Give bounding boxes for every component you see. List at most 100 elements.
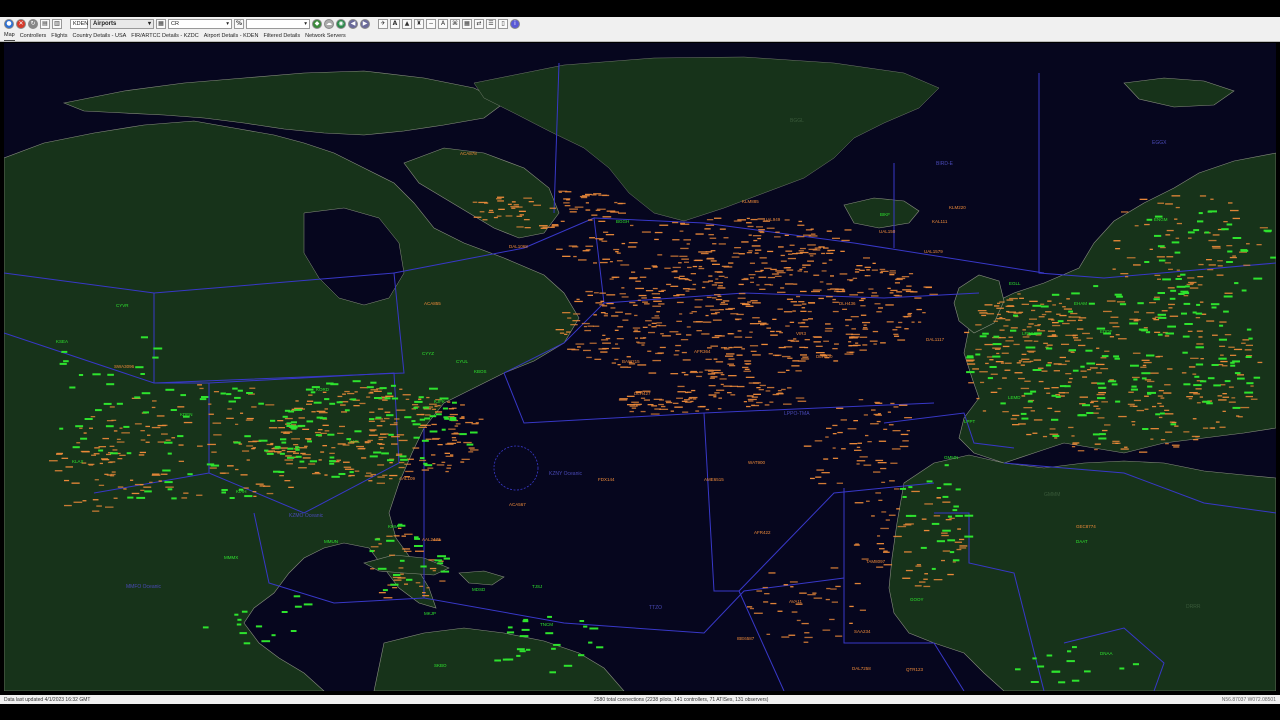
flight-marker[interactable] [1030,410,1035,412]
flight-marker[interactable] [723,237,729,239]
flight-marker[interactable] [621,296,629,298]
flight-marker[interactable] [890,462,898,464]
airport-marker[interactable] [177,435,184,438]
flight-marker[interactable] [616,338,624,340]
airport-label[interactable]: MMUN [324,539,338,544]
flight-marker[interactable] [682,359,691,361]
airport-marker[interactable] [280,438,287,441]
flight-marker[interactable] [1113,240,1121,242]
flight-marker[interactable] [949,517,955,519]
flight-marker[interactable] [809,255,814,257]
flight-marker[interactable] [695,233,704,235]
flight-marker[interactable] [811,233,816,235]
flight-marker[interactable] [1127,403,1135,405]
flight-marker[interactable] [714,335,722,337]
flight-marker[interactable] [919,581,926,583]
airport-marker[interactable] [400,458,408,461]
airport-marker[interactable] [84,418,93,420]
airport-marker[interactable] [589,627,599,630]
airport-marker[interactable] [1204,231,1210,234]
flight-marker[interactable] [573,255,577,258]
flight-marker[interactable] [1046,392,1051,394]
flight-marker[interactable] [348,475,352,477]
flight-marker[interactable] [528,201,534,203]
airport-marker[interactable] [579,620,585,622]
flight-marker[interactable] [673,354,679,356]
flight-marker[interactable] [880,467,887,470]
flight-marker[interactable] [841,448,846,450]
flight-marker[interactable] [661,405,666,408]
flight-marker[interactable] [1147,380,1155,383]
flight-marker[interactable] [1052,324,1061,327]
airport-marker[interactable] [107,373,114,376]
flight-marker[interactable] [793,304,802,306]
flight-marker[interactable] [1071,446,1076,448]
airport-marker[interactable] [452,401,457,404]
flight-callsign[interactable]: AFR422 [754,530,771,535]
flight-marker[interactable] [1229,256,1237,259]
flight-marker[interactable] [959,538,965,541]
flight-marker[interactable] [131,492,140,495]
flight-marker[interactable] [1240,406,1250,409]
airport-marker[interactable] [144,490,152,493]
flight-marker[interactable] [1143,361,1152,364]
flight-marker[interactable] [1195,436,1199,438]
airport-marker[interactable] [1248,337,1253,340]
flight-marker[interactable] [468,447,475,449]
airport-marker[interactable] [1067,650,1072,653]
flight-marker[interactable] [249,387,256,389]
flight-marker[interactable] [792,360,800,362]
flight-marker[interactable] [1158,416,1163,419]
flight-marker[interactable] [641,344,645,346]
flight-marker[interactable] [710,260,717,262]
flight-callsign[interactable]: ACA567 [509,502,526,507]
airport-marker[interactable] [1263,229,1272,232]
airport-marker[interactable] [136,496,146,499]
airport-marker[interactable] [899,487,906,490]
flight-marker[interactable] [900,433,909,436]
flight-marker[interactable] [942,550,951,552]
flight-marker[interactable] [1241,342,1246,344]
airport-marker[interactable] [319,417,327,420]
airport-marker[interactable] [1182,335,1190,338]
flight-marker[interactable] [682,411,689,413]
flight-marker[interactable] [788,253,793,255]
airport-marker[interactable] [284,409,290,412]
flight-marker[interactable] [1198,263,1204,266]
airport-label[interactable]: MDSD [472,587,486,592]
flight-marker[interactable] [143,486,152,488]
airport-marker[interactable] [931,522,940,525]
flight-marker[interactable] [777,390,782,392]
flight-marker[interactable] [1070,312,1078,315]
flight-marker[interactable] [799,251,809,254]
flight-marker[interactable] [798,250,804,252]
flight-marker[interactable] [1086,337,1093,339]
flight-marker[interactable] [1068,426,1074,429]
flight-marker[interactable] [847,279,854,281]
flight-marker[interactable] [676,397,683,399]
flight-marker[interactable] [581,196,588,199]
flight-marker[interactable] [911,321,915,323]
flight-marker[interactable] [694,299,703,301]
flight-marker[interactable] [980,381,985,384]
flight-marker[interactable] [889,480,895,482]
flight-marker[interactable] [719,303,728,305]
flight-marker[interactable] [737,219,746,221]
flight-marker[interactable] [412,404,419,406]
airport-marker[interactable] [437,555,446,558]
airport-marker[interactable] [366,386,374,389]
flight-marker[interactable] [826,587,831,590]
airport-marker[interactable] [1182,351,1188,354]
flight-marker[interactable] [305,438,312,440]
airport-marker[interactable] [307,440,312,443]
flight-marker[interactable] [692,283,697,286]
flight-marker[interactable] [61,457,69,459]
flight-marker[interactable] [727,392,732,394]
flight-marker[interactable] [284,417,293,420]
airport-marker[interactable] [1080,365,1085,368]
flight-marker[interactable] [654,408,661,410]
flight-marker[interactable] [1010,418,1017,420]
flight-marker[interactable] [235,468,239,471]
secondary-filter-input[interactable]: ▾ [246,18,310,29]
info-icon[interactable]: i [510,18,520,29]
